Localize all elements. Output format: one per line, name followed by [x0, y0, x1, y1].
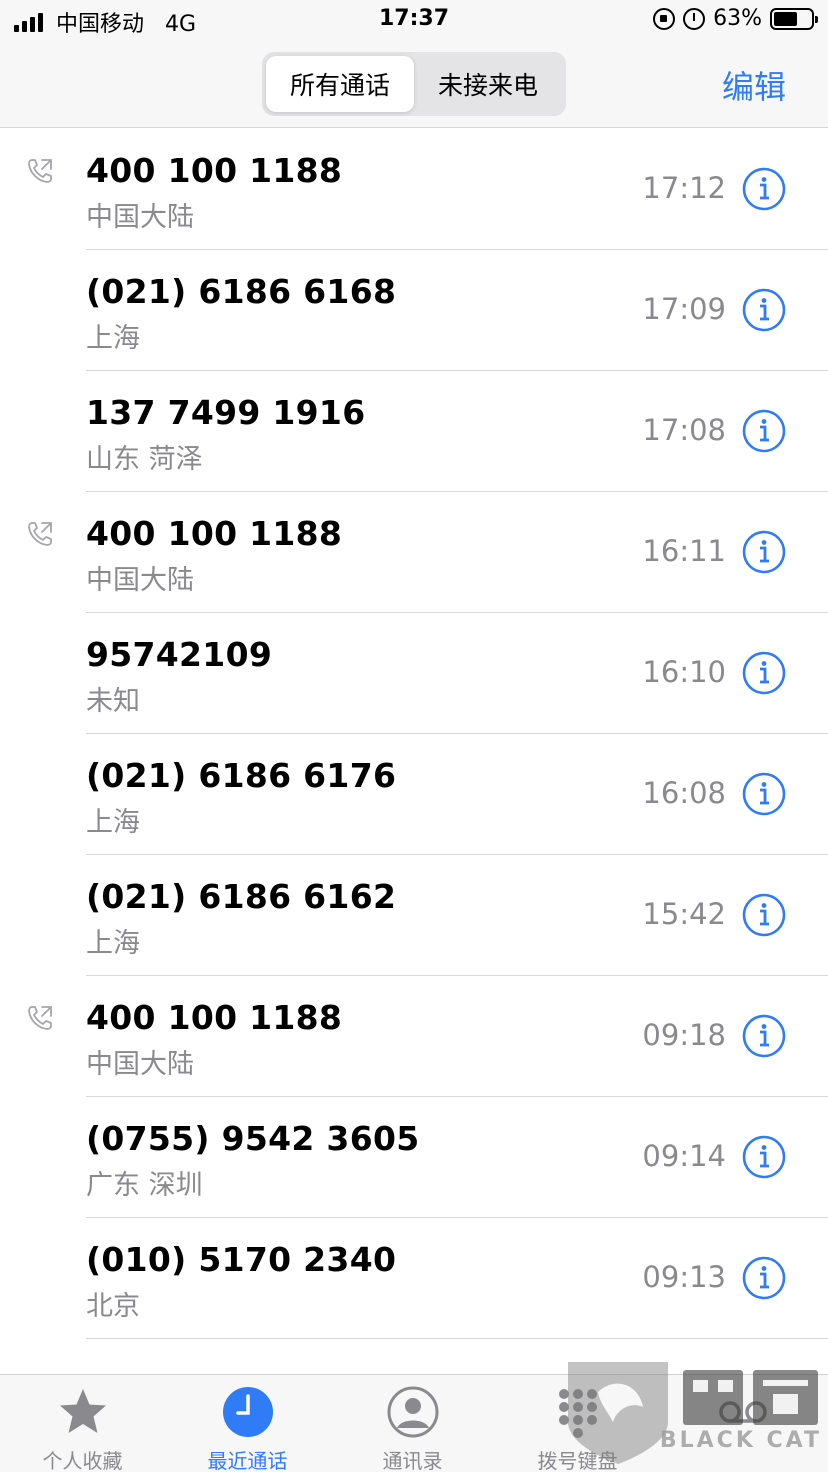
- call-number: 137 7499 1916: [86, 393, 366, 432]
- navigation-bar: 所有通话 未接来电 编辑: [0, 44, 828, 128]
- edit-button[interactable]: 编辑: [722, 62, 786, 108]
- info-icon[interactable]: [742, 893, 786, 937]
- tab-recents-label: 最近通话: [207, 1449, 288, 1472]
- call-location: 山东 菏泽: [86, 444, 203, 475]
- call-number: 95742109: [86, 635, 273, 674]
- call-number: 400 100 1188: [86, 151, 343, 190]
- status-bar: 中国移动 4G 17:37 63%: [0, 0, 828, 44]
- call-number: 400 100 1188: [86, 998, 343, 1037]
- info-icon[interactable]: [742, 1256, 786, 1300]
- call-location: 上海: [86, 323, 140, 354]
- call-filter-segmented-control: 所有通话 未接来电: [262, 52, 566, 116]
- call-row[interactable]: (021) 6186 6168 上海 17:09: [0, 250, 828, 371]
- tab-voicemail[interactable]: [660, 1375, 825, 1472]
- call-time: 17:08: [642, 413, 726, 447]
- call-time: 09:14: [642, 1139, 726, 1173]
- call-location: 上海: [86, 928, 140, 959]
- segment-all-calls[interactable]: 所有通话: [266, 56, 414, 112]
- info-icon[interactable]: [742, 772, 786, 816]
- clock-icon: [222, 1387, 273, 1437]
- call-time: 09:18: [642, 1018, 726, 1052]
- call-row[interactable]: 400 100 1188 中国大陆 16:11: [0, 492, 828, 613]
- recent-calls-list: 400 100 1188 中国大陆 17:12 (021) 6186 6168 上海 17…: [0, 129, 828, 1339]
- call-location: 中国大陆: [86, 565, 194, 596]
- call-location: 广东 深圳: [86, 1170, 203, 1201]
- outgoing-call-icon: [28, 522, 52, 546]
- call-time: 17:12: [642, 171, 726, 205]
- status-indicators: 63%: [653, 6, 818, 31]
- call-number: (021) 6186 6176: [86, 756, 397, 795]
- call-row[interactable]: 400 100 1188 中国大陆 09:18: [0, 976, 828, 1097]
- call-location: 北京: [86, 1291, 140, 1322]
- call-time: 16:11: [642, 534, 726, 568]
- call-row[interactable]: (010) 5170 2340 北京 09:13: [0, 1218, 828, 1339]
- outgoing-call-icon: [28, 159, 52, 183]
- call-row[interactable]: (021) 6186 6176 上海 16:08: [0, 734, 828, 855]
- call-time: 09:13: [642, 1260, 726, 1294]
- tab-favorites[interactable]: 个人收藏: [0, 1375, 165, 1472]
- call-row[interactable]: 400 100 1188 中国大陆 17:12: [0, 129, 828, 250]
- alarm-icon: [683, 7, 706, 30]
- phone-screen: 中国移动 4G 17:37 63% 所有通话 未接来电 编辑 400 100 1…: [0, 0, 828, 1472]
- tab-bar: 个人收藏 最近通话 通讯录 拨号键盘: [0, 1374, 828, 1472]
- tab-keypad[interactable]: 拨号键盘: [495, 1375, 660, 1472]
- info-icon[interactable]: [742, 1135, 786, 1179]
- keypad-icon: [558, 1389, 597, 1438]
- info-icon[interactable]: [742, 409, 786, 453]
- call-location: 上海: [86, 807, 140, 838]
- info-icon[interactable]: [742, 288, 786, 332]
- call-number: (010) 5170 2340: [86, 1240, 397, 1279]
- row-divider: [86, 1338, 828, 1339]
- call-location: 未知: [86, 686, 140, 717]
- call-location: 中国大陆: [86, 202, 194, 233]
- call-location: 中国大陆: [86, 1049, 194, 1080]
- call-row[interactable]: (0755) 9542 3605 广东 深圳 09:14: [0, 1097, 828, 1218]
- call-time: 15:42: [642, 897, 726, 931]
- star-icon: [59, 1389, 106, 1433]
- battery-percent: 63%: [713, 6, 762, 31]
- info-icon[interactable]: [742, 1014, 786, 1058]
- tab-contacts-label: 通讯录: [382, 1449, 443, 1472]
- call-row[interactable]: (021) 6186 6162 上海 15:42: [0, 855, 828, 976]
- call-time: 17:09: [642, 292, 726, 326]
- battery-fill: [774, 11, 797, 26]
- info-icon[interactable]: [742, 530, 786, 574]
- info-icon[interactable]: [742, 167, 786, 211]
- outgoing-call-icon: [28, 1006, 52, 1030]
- battery-icon: [770, 7, 818, 30]
- call-number: (021) 6186 6162: [86, 877, 397, 916]
- call-number: (021) 6186 6168: [86, 272, 397, 311]
- call-number: (0755) 9542 3605: [86, 1119, 420, 1158]
- info-icon[interactable]: [742, 651, 786, 695]
- tab-keypad-label: 拨号键盘: [537, 1449, 618, 1472]
- person-circle-icon: [387, 1386, 438, 1438]
- call-row[interactable]: 95742109 未知 16:10: [0, 613, 828, 734]
- tab-recents[interactable]: 最近通话: [165, 1375, 330, 1472]
- call-number: 400 100 1188: [86, 514, 343, 553]
- tab-contacts[interactable]: 通讯录: [330, 1375, 495, 1472]
- rotation-lock-icon: [653, 7, 676, 30]
- segment-missed-calls[interactable]: 未接来电: [414, 56, 562, 112]
- call-row[interactable]: 137 7499 1916 山东 菏泽 17:08: [0, 371, 828, 492]
- call-time: 16:10: [642, 655, 726, 689]
- call-time: 16:08: [642, 776, 726, 810]
- tab-favorites-label: 个人收藏: [42, 1449, 123, 1472]
- watermark-text: BLACK CAT: [659, 1428, 822, 1453]
